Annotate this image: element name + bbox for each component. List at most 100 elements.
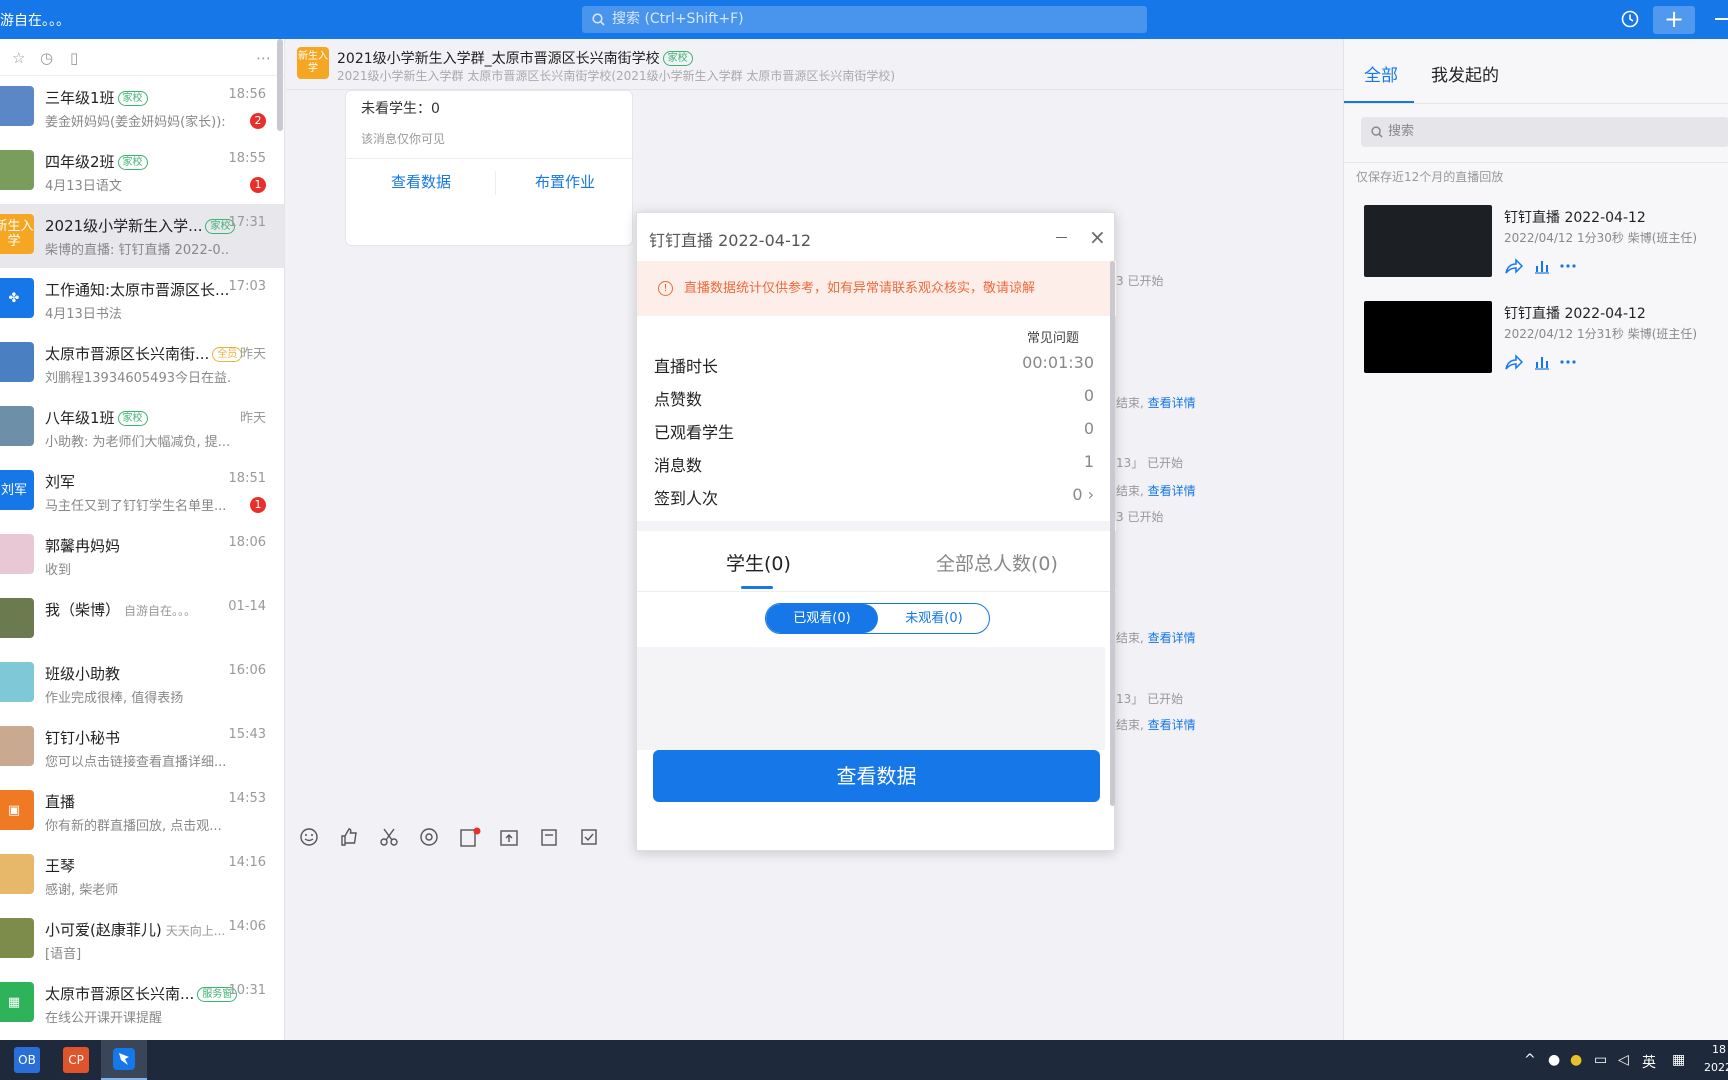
group-avatar[interactable]: 新生入学 — [297, 47, 329, 79]
emoji-icon[interactable] — [299, 827, 319, 847]
video-thumbnail[interactable] — [1364, 205, 1492, 277]
clock-time[interactable]: 18 — [1712, 1043, 1726, 1056]
mention-icon[interactable] — [419, 827, 439, 847]
clock-icon[interactable]: ◷ — [40, 49, 53, 67]
avatar: ▣ — [0, 790, 34, 830]
conversation-item[interactable]: ▦ 太原市晋源区长兴南... 服务窗 10:31 在线公开课开课提醒 — [0, 972, 284, 1036]
conversation-name: 直播 — [45, 791, 75, 812]
tray-expand-icon[interactable]: ^ — [1524, 1052, 1536, 1068]
conversation-list-header: ☆ ◷ ▯ ⋯ — [0, 39, 284, 76]
volume-icon[interactable]: ◁ — [1618, 1052, 1629, 1068]
system-message: 3 已开始 — [1116, 508, 1163, 525]
task-icon[interactable] — [579, 827, 599, 847]
more-icon[interactable]: ⋯ — [256, 49, 271, 67]
view-details-link[interactable]: 查看详情 — [1148, 396, 1196, 410]
conversation-item[interactable]: 四年级2班 家校 18:55 4月13日语文 1 — [0, 140, 284, 204]
conversation-item[interactable]: ▣ 直播 14:53 你有新的群直播回放, 点击观... — [0, 780, 284, 844]
title-bar: 游自在。。。 搜索 (Ctrl+Shift+F) + — [0, 0, 1728, 39]
tab-initiated-by-me[interactable]: 我发起的 — [1431, 61, 1499, 86]
avatar — [0, 406, 34, 446]
history-icon[interactable] — [1620, 9, 1640, 29]
microphone-icon[interactable]: ● — [1548, 1052, 1560, 1068]
share-icon[interactable] — [1504, 257, 1524, 275]
replay-item[interactable]: 钉钉直播 2022-04-12 2022/04/12 1分31秒 柴博(班主任) — [1364, 301, 1728, 381]
add-button[interactable]: + — [1653, 6, 1695, 34]
taskbar-app-dingtalk[interactable] — [101, 1040, 147, 1080]
tab-all-viewers[interactable]: 全部总人数(0) — [936, 549, 1058, 576]
conversation-item[interactable]: 钉钉小秘书 15:43 您可以点击链接查看直播详细... — [0, 716, 284, 780]
conversation-name-text: 太原市晋源区长兴南街... — [45, 345, 210, 363]
stat-label: 直播时长 — [654, 357, 719, 376]
close-icon[interactable]: × — [1089, 225, 1106, 249]
conversation-item[interactable]: 郭馨冉妈妈 18:06 收到 — [0, 524, 284, 588]
view-data-button[interactable]: 查看数据 — [653, 750, 1100, 802]
conversation-item[interactable]: 小可爱(赵康菲儿) 天天向上... 14:06 [语音] — [0, 908, 284, 972]
tab-students[interactable]: 学生(0) — [726, 549, 791, 576]
upload-icon[interactable] — [499, 827, 519, 847]
dialog-minimize-button[interactable] — [1056, 237, 1067, 238]
conversation-name-text: 刘军 — [45, 473, 76, 491]
conversation-name: 太原市晋源区长兴南... 服务窗 — [45, 983, 238, 1004]
retention-note: 仅保存近12个月的直播回放 — [1356, 170, 1504, 184]
empty-list-area — [637, 647, 1105, 750]
conversation-list-scrollbar[interactable] — [277, 39, 283, 131]
ime-indicator[interactable]: 英 — [1642, 1052, 1656, 1072]
conversation-name-text: 班级小助教 — [45, 665, 121, 683]
notice-icon[interactable] — [459, 827, 481, 849]
view-data-link[interactable]: 查看数据 — [346, 159, 496, 205]
conversation-preview: 收到 — [45, 563, 72, 578]
system-message: 结束, 查看详情 — [1116, 394, 1196, 411]
conversation-item[interactable]: 我（柴博） 自游自在。。。 01-14 — [0, 588, 284, 652]
conversation-preview: 柴博的直播: 钉钉直播 2022-0... — [45, 243, 230, 258]
stat-value: 0 — [1083, 386, 1094, 405]
stats-icon[interactable] — [1534, 353, 1550, 371]
keyboard-icon[interactable]: ▦ — [1672, 1052, 1685, 1068]
watched-filter-button[interactable]: 已观看(0) — [766, 604, 878, 633]
conversation-item[interactable]: 新生入学 2021级小学新生入学...家校17:31 柴博的直播: 钉钉直播 202… — [0, 204, 284, 268]
unwatched-filter-button[interactable]: 未观看(0) — [878, 604, 989, 633]
scissors-icon[interactable] — [379, 827, 399, 847]
network-icon[interactable]: ▭ — [1594, 1052, 1607, 1068]
dialog-title: 钉钉直播 2022-04-12 — [649, 231, 812, 250]
tab-all[interactable]: 全部 — [1364, 61, 1398, 86]
conversation-item[interactable]: 太原市晋源区长兴南街... 全员 昨天 刘鹏程13934605493今日在益... — [0, 332, 284, 396]
taskbar-app-cp[interactable]: CP — [63, 1047, 89, 1073]
conversation-preview: 4月13日书法 — [45, 307, 122, 322]
share-icon[interactable] — [1504, 353, 1524, 371]
conversation-preview: 你有新的群直播回放, 点击观... — [45, 819, 222, 834]
clock-date[interactable]: 2022 — [1704, 1061, 1728, 1074]
view-details-link[interactable]: 查看详情 — [1148, 718, 1196, 732]
assign-homework-link[interactable]: 布置作业 — [496, 159, 634, 205]
conversation-item[interactable]: 八年级1班 家校 昨天 小助教: 为老师们大幅减负, 提... — [0, 396, 284, 460]
replay-search-input[interactable]: 搜索 — [1361, 117, 1728, 147]
conversation-item[interactable]: 三年级1班 家校 18:56 姜金妍妈妈(姜金妍妈妈(家长)): ... 2 — [0, 76, 284, 140]
calendar-icon[interactable] — [539, 827, 559, 847]
view-details-link[interactable]: 查看详情 — [1148, 631, 1196, 645]
dialog-scrollbar[interactable] — [1110, 261, 1115, 806]
faq-link[interactable]: 常见问题 — [1027, 327, 1079, 346]
conversation-item[interactable]: 班级小助教 16:06 作业完成很棒, 值得表扬 — [0, 652, 284, 716]
stat-value: 0 — [1083, 419, 1094, 438]
conversation-item[interactable]: ✤ 工作通知:太原市晋源区长... 17:03 4月13日书法 — [0, 268, 284, 332]
conversation-time: 18:06 — [228, 535, 266, 550]
conversation-name: 郭馨冉妈妈 — [45, 535, 120, 556]
taskbar-app-ob[interactable]: OB — [14, 1047, 40, 1073]
more-icon[interactable] — [1560, 257, 1576, 275]
stats-icon[interactable] — [1534, 257, 1550, 275]
conversation-item[interactable]: 王琴 14:16 感谢, 柴老师 — [0, 844, 284, 908]
minimize-window-button[interactable] — [1715, 18, 1728, 20]
stat-row: 直播时长 00:01:30 — [654, 353, 1094, 377]
view-details-link[interactable]: 查看详情 — [1148, 484, 1196, 498]
more-icon[interactable] — [1560, 353, 1576, 371]
global-search-input[interactable]: 搜索 (Ctrl+Shift+F) — [582, 6, 1147, 33]
document-icon[interactable]: ▯ — [70, 49, 78, 67]
security-icon[interactable]: ● — [1570, 1052, 1582, 1068]
conversation-item[interactable]: 刘军 刘军 18:51 马主任又到了钉钉学生名单里... 1 — [0, 460, 284, 524]
stat-row[interactable]: 签到人次 0 › — [654, 485, 1094, 509]
thumbs-up-icon[interactable] — [339, 827, 359, 847]
replay-item[interactable]: 钉钉直播 2022-04-12 2022/04/12 1分30秒 柴博(班主任) — [1364, 205, 1728, 285]
star-icon[interactable]: ☆ — [12, 49, 25, 67]
video-thumbnail[interactable] — [1364, 301, 1492, 373]
avatar — [0, 918, 34, 958]
conversation-tag: 全员 — [212, 347, 243, 362]
